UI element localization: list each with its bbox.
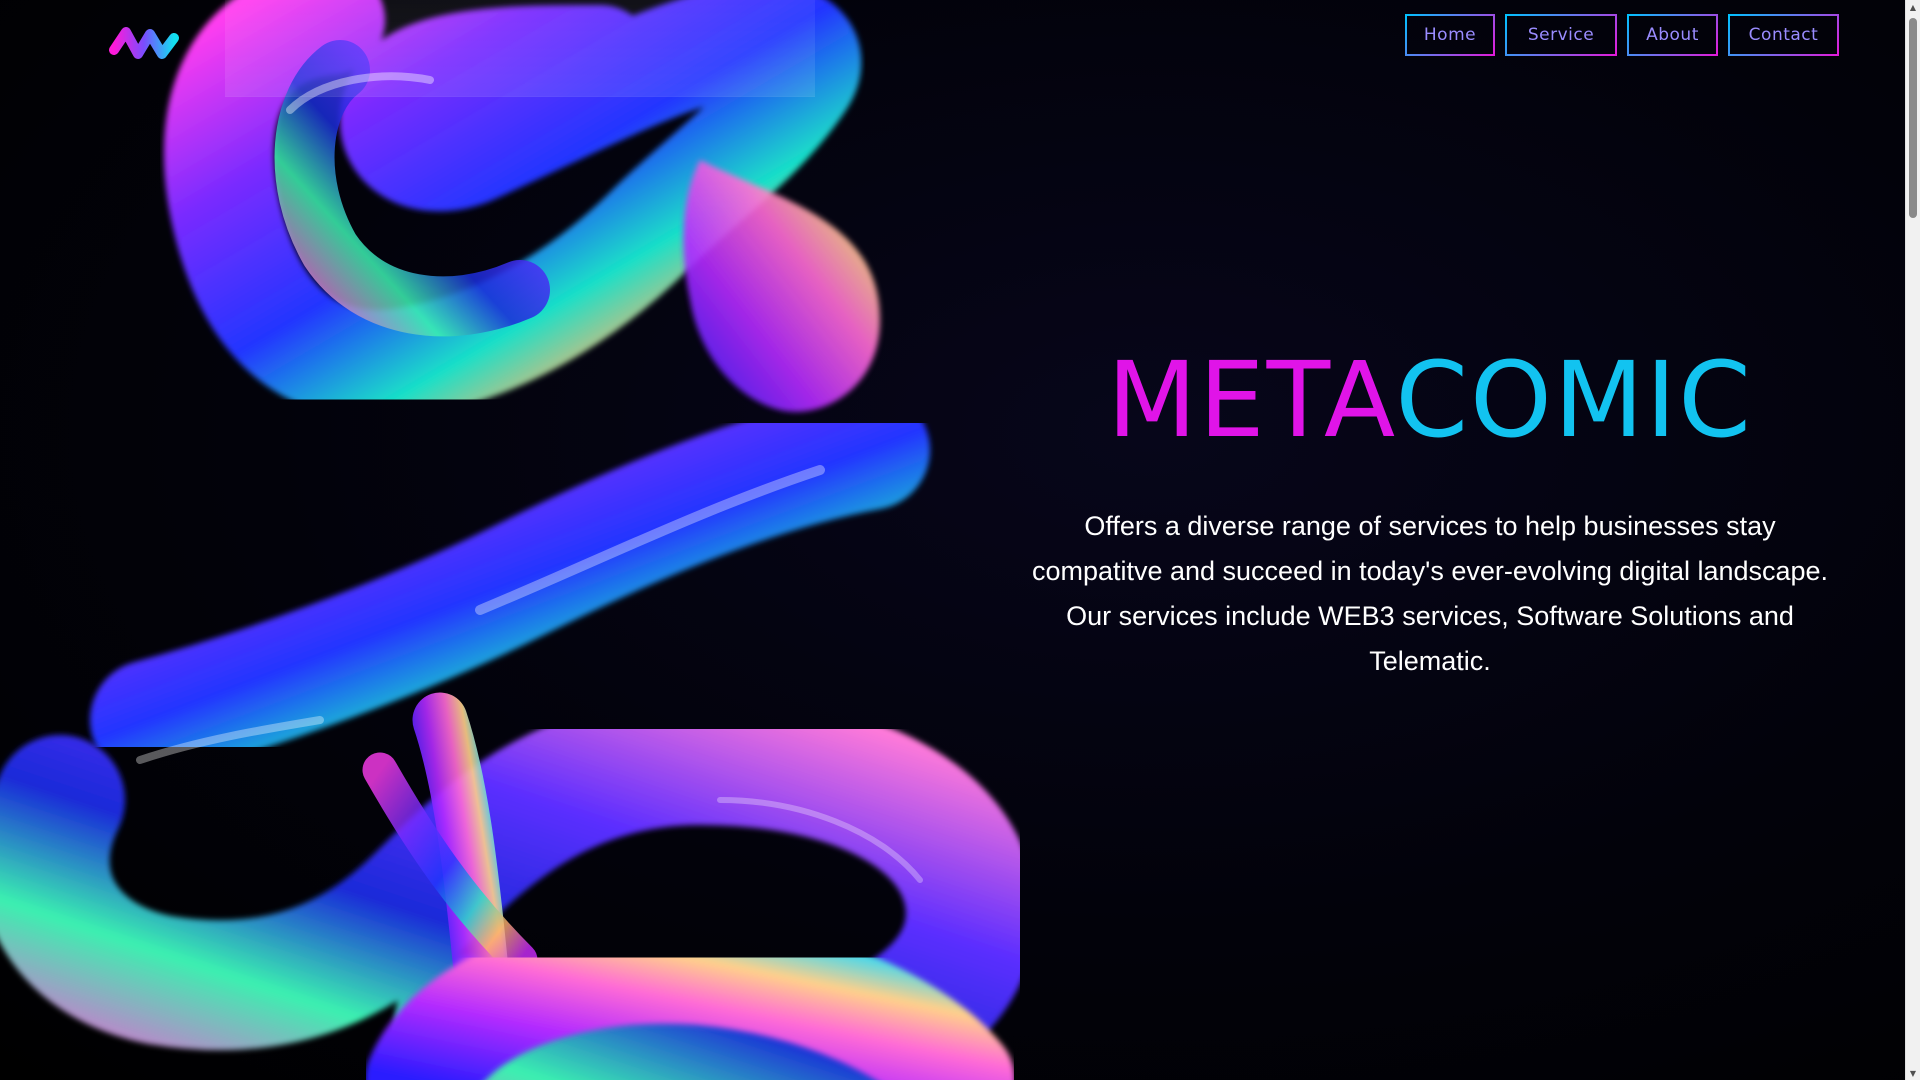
m-wave-logo[interactable] [108, 20, 180, 68]
landing-page: Home Service About Contact METACOMIC Off… [0, 0, 1920, 1080]
hero-tagline: Offers a diverse range of services to he… [1031, 511, 1829, 676]
brand-title-comic: COMIC [1395, 339, 1753, 461]
nav-service-button[interactable]: Service [1505, 14, 1617, 56]
nav-home-button[interactable]: Home [1405, 14, 1495, 56]
nav-contact-button[interactable]: Contact [1728, 14, 1839, 56]
main-nav: Home Service About Contact [1405, 14, 1839, 56]
brand-title: METACOMIC [1010, 340, 1850, 460]
triangle-down-icon[interactable]: ▼ [1906, 1066, 1920, 1080]
header-translucent-band [225, 0, 815, 97]
nav-about-button[interactable]: About [1627, 14, 1718, 56]
iridescent-blob-artwork [0, 0, 1020, 1080]
triangle-up-icon[interactable]: ▲ [1906, 0, 1920, 14]
hero-section: METACOMIC Offers a diverse range of serv… [1010, 340, 1850, 684]
scrollbar-thumb[interactable] [1909, 18, 1917, 218]
vertical-scrollbar[interactable]: ▲ ▼ [1905, 0, 1920, 1080]
brand-title-meta: META [1107, 339, 1396, 461]
